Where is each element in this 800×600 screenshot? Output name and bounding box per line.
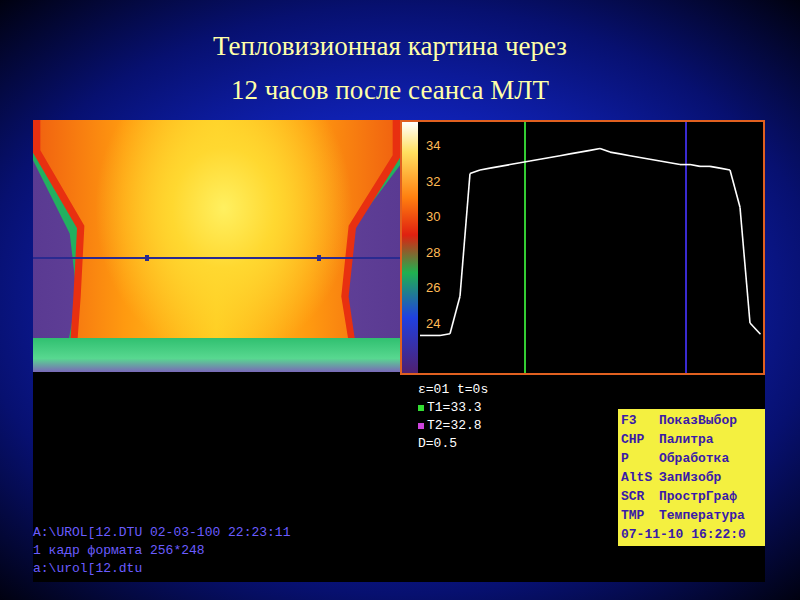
- profile-mark: [145, 255, 149, 261]
- menu-item[interactable]: AltSЗапИзобр: [621, 468, 763, 487]
- profile-segment: [750, 323, 760, 334]
- cursor-line[interactable]: [524, 122, 526, 373]
- reading-row: T2=32.8: [418, 417, 618, 435]
- reading-text: D=0.5: [418, 435, 457, 453]
- reading-text: T1=33.3: [427, 399, 482, 417]
- menu-item[interactable]: TMPТемпература: [621, 506, 763, 525]
- profile-segment: [570, 152, 580, 154]
- profile-segment: [670, 163, 680, 165]
- menu-wrap: F3ПоказВыборCHPПалитраPОбработкаAltSЗапИ…: [618, 375, 765, 582]
- profile-segment: [420, 335, 430, 337]
- menu-key: TMP: [621, 506, 659, 525]
- y-tick-label: 32: [426, 174, 440, 189]
- profile-segment: [610, 152, 620, 154]
- y-tick-label: 34: [426, 138, 440, 153]
- title-line: 12 часов после сеанса МЛТ: [231, 68, 549, 112]
- menu-key: AltS: [621, 468, 659, 487]
- cursor-line[interactable]: [685, 122, 687, 373]
- menu-item[interactable]: CHPПалитра: [621, 430, 763, 449]
- y-tick-label: 30: [426, 209, 440, 224]
- menu-label: Палитра: [659, 430, 763, 449]
- profile-segment: [580, 150, 590, 152]
- profile-segment: [470, 170, 480, 174]
- menu-key: F3: [621, 411, 659, 430]
- menu-key: CHP: [621, 430, 659, 449]
- menu-label: Температура: [659, 506, 763, 525]
- profile-segment: [550, 156, 560, 158]
- menu-label: ЗапИзобр: [659, 468, 763, 487]
- top-row: 34 32 30 28 26 24: [33, 120, 765, 375]
- profile-segment: [490, 166, 500, 168]
- menu-key: SCR: [621, 487, 659, 506]
- profile-segment: [630, 156, 640, 158]
- y-tick-label: 24: [426, 316, 440, 331]
- profile-segment: [730, 170, 740, 207]
- profile-segment: [560, 154, 570, 156]
- file-info: A:\UROL[12.DTU 02-03-100 22:23:111 кадр …: [33, 375, 418, 582]
- profile-segment: [440, 334, 450, 336]
- reading-row: T1=33.3: [418, 399, 618, 417]
- series-temperature: [420, 149, 761, 336]
- profile-line: [33, 257, 400, 259]
- profile-segment: [640, 157, 650, 159]
- profile-segment: [620, 154, 630, 156]
- menu-label: ПоказВыбор: [659, 411, 763, 430]
- temperature-profile-chart: 34 32 30 28 26 24: [400, 120, 765, 375]
- file-info-line: a:\urol[12.dtu: [33, 560, 418, 578]
- function-key-menu: F3ПоказВыборCHPПалитраPОбработкаAltSЗапИ…: [618, 409, 765, 546]
- readings: ε=01 t=0sT1=33.3T2=32.8D=0.5: [418, 375, 618, 582]
- profile-mark: [317, 255, 321, 261]
- profile-segment: [690, 165, 700, 167]
- profile-segment: [650, 159, 660, 161]
- thermogram-layer: [33, 338, 400, 372]
- file-info-line: 1 кадр формата 256*248: [33, 542, 418, 560]
- reading-row: ε=01 t=0s: [418, 381, 618, 399]
- reading-text: ε=01 t=0s: [418, 381, 488, 399]
- title-line: Тепловизионная картина через: [213, 24, 567, 68]
- profile-segment: [540, 157, 550, 159]
- profile-point: [759, 333, 761, 335]
- profile-segment: [710, 166, 720, 168]
- menu-status: 07-11-10 16:22:0: [621, 525, 763, 544]
- profile-svg: 34 32 30 28 26 24: [402, 122, 763, 373]
- profile-segment: [510, 163, 520, 165]
- profile-segment: [530, 159, 540, 161]
- profile-segment: [430, 335, 440, 337]
- profile-segment: [740, 207, 750, 323]
- menu-label: ПрострГраф: [659, 487, 763, 506]
- menu-item[interactable]: SCRПрострГраф: [621, 487, 763, 506]
- menu-item[interactable]: PОбработка: [621, 449, 763, 468]
- thermal-software-screen: 34 32 30 28 26 24 A:\UROL[12.DTU 02-03-100 22:…: [33, 120, 765, 582]
- profile-segment: [720, 168, 730, 170]
- bottom-row: A:\UROL[12.DTU 02-03-100 22:23:111 кадр …: [33, 375, 765, 582]
- y-tick-label: 28: [426, 245, 440, 260]
- file-info-line: A:\UROL[12.DTU 02-03-100 22:23:11: [33, 524, 418, 542]
- profile-segment: [590, 149, 600, 151]
- profile-segment: [500, 165, 510, 167]
- menu-label: Обработка: [659, 449, 763, 468]
- menu-item[interactable]: F3ПоказВыбор: [621, 411, 763, 430]
- reading-row: D=0.5: [418, 435, 618, 453]
- profile-segment: [460, 173, 470, 296]
- cursor-marker-icon: [418, 405, 424, 411]
- y-tick-label: 26: [426, 280, 440, 295]
- profile-segment: [600, 149, 610, 153]
- profile-segment: [450, 296, 460, 333]
- thermogram-image: [33, 120, 400, 372]
- profile-segment: [700, 166, 710, 168]
- slide-title: Тепловизионная картина через12 часов пос…: [0, 0, 800, 120]
- profile-segment: [520, 161, 530, 163]
- reading-text: T2=32.8: [427, 417, 482, 435]
- profile-segment: [680, 164, 690, 166]
- menu-key: P: [621, 449, 659, 468]
- profile-segment: [480, 168, 490, 170]
- cursor-marker-icon: [418, 423, 424, 429]
- profile-segment: [660, 161, 670, 163]
- colorbar: [402, 122, 418, 373]
- thermogram-layer: [33, 120, 400, 372]
